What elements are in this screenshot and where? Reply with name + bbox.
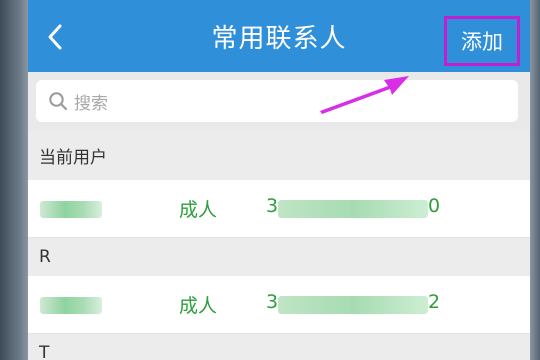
section-label: R: [39, 247, 51, 267]
app-screen: 常用联系人 添加 搜索 当前用户 成人 3 0 R 成人 3 2 T: [28, 0, 530, 360]
phone-redacted: [278, 296, 428, 314]
chevron-left-icon: [48, 24, 62, 50]
title-bar: 常用联系人 添加: [28, 0, 530, 72]
passenger-type: 成人: [179, 199, 218, 221]
section-label: T: [39, 343, 50, 360]
passenger-type: 成人: [179, 295, 218, 317]
back-button[interactable]: [42, 22, 68, 52]
phone-prefix: 3: [266, 195, 279, 217]
contact-name-redacted: [40, 201, 102, 218]
section-header-current-user: 当前用户: [28, 130, 530, 180]
section-header-t: T: [28, 334, 530, 360]
search-input[interactable]: 搜索: [36, 80, 518, 122]
phone-redacted: [278, 200, 428, 218]
search-bar: 搜索: [28, 72, 530, 130]
device-bezel-right: [530, 0, 540, 360]
contact-row[interactable]: 成人 3 2: [28, 276, 530, 334]
device-bezel-left: [0, 0, 28, 360]
contact-name-redacted: [40, 297, 102, 314]
add-contact-label: 添加: [461, 30, 503, 54]
search-icon: [49, 92, 68, 111]
search-placeholder: 搜索: [74, 93, 108, 114]
add-contact-button[interactable]: 添加: [444, 16, 520, 66]
phone-suffix: 2: [428, 291, 441, 313]
section-header-r: R: [28, 238, 530, 276]
phone-prefix: 3: [266, 291, 279, 313]
contact-row[interactable]: 成人 3 0: [28, 180, 530, 238]
phone-suffix: 0: [428, 195, 441, 217]
section-label: 当前用户: [39, 147, 107, 168]
